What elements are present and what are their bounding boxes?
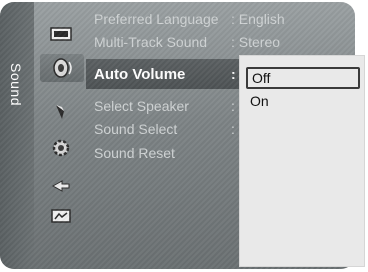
tv-osd-screen: Sound Preferred Language: English Multi… — [0, 0, 368, 272]
sound-icon[interactable] — [40, 54, 84, 82]
input-icon[interactable] — [48, 174, 74, 198]
menu-item-value: : — [231, 66, 236, 82]
category-label: Sound — [3, 54, 29, 114]
menu-item-value: : English — [231, 11, 285, 27]
menu-item-label: Sound Reset — [94, 145, 175, 161]
menu-item-value: : Stereo — [231, 34, 281, 50]
auto-volume-dropdown: Off On — [239, 55, 365, 267]
category-icon-column — [36, 2, 86, 269]
menu-item-value: : — [231, 98, 235, 114]
menu-item-label: Auto Volume — [94, 65, 186, 83]
menu-item-label: Multi-Track Sound — [94, 34, 208, 50]
menu-item-multi-track-sound[interactable]: Multi-Track Sound : Stereo — [86, 31, 355, 53]
dropdown-option-off[interactable]: Off — [246, 67, 360, 89]
dropdown-option-label: On — [250, 93, 269, 109]
channel-icon[interactable] — [48, 100, 74, 124]
category-sidebar: Sound — [0, 2, 34, 269]
picture-icon[interactable] — [48, 22, 74, 46]
menu-item-label: Select Speaker — [94, 98, 189, 114]
dropdown-option-on[interactable]: On — [246, 90, 360, 112]
dropdown-option-label: Off — [252, 70, 271, 86]
application-icon[interactable] — [48, 204, 74, 228]
menu-item-label: Preferred Language — [94, 11, 219, 27]
menu-item-preferred-language[interactable]: Preferred Language : English — [86, 8, 355, 30]
menu-item-label: Sound Select — [94, 121, 178, 137]
setup-icon[interactable] — [48, 136, 74, 160]
category-label-text: Sound — [8, 62, 24, 106]
